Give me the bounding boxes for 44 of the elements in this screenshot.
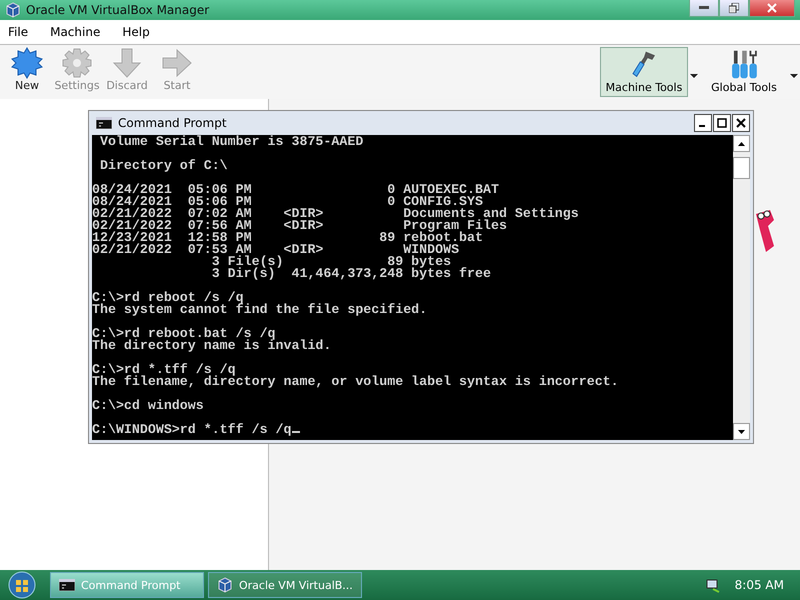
close-icon [767, 3, 777, 13]
console-title: Command Prompt [118, 116, 227, 130]
minimize-button[interactable] [689, 0, 719, 17]
cube-icon [5, 2, 21, 18]
starburst-icon [11, 47, 43, 79]
cube-icon [217, 577, 233, 593]
close-button[interactable] [732, 114, 750, 132]
close-icon [736, 118, 746, 128]
tools-button[interactable]: Global Tools [700, 47, 788, 97]
console-line: The system cannot find the file specified. [92, 302, 428, 317]
down-arrow-icon [738, 430, 745, 434]
console-line: C:\WINDOWS>rd *.tff /s /q [92, 422, 292, 437]
console-icon [59, 579, 75, 591]
console-line: Volume Serial Number is 3875-AAED [98, 135, 364, 149]
console-line: The directory name is invalid. [92, 338, 332, 353]
start-button[interactable] [8, 571, 36, 599]
menu-item[interactable]: Machine [50, 25, 100, 39]
console-line: The filename, directory name, or volume label syntax is incorrect. [92, 374, 619, 389]
clock: 8:05 AM [734, 578, 784, 592]
minimize-icon [699, 6, 709, 10]
scroll-thumb[interactable] [733, 157, 750, 179]
menu-item[interactable]: File [8, 25, 28, 39]
caret-icon[interactable] [790, 73, 798, 79]
console-line: Directory of C:\ [98, 158, 228, 173]
menu-item[interactable]: Help [122, 25, 150, 39]
console-line: 3 File(s) 89 bytes [210, 254, 452, 269]
console-icon [96, 117, 112, 129]
down-arrow-icon [111, 47, 143, 79]
network-icon[interactable] [704, 577, 721, 593]
caret-icon[interactable] [690, 73, 698, 79]
tools-button[interactable]: Machine Tools [600, 47, 688, 97]
text-cursor [292, 431, 300, 433]
console-line: C:\>cd windows [92, 398, 204, 413]
up-arrow-icon [738, 142, 745, 146]
scrollbar[interactable] [733, 135, 750, 440]
taskbar-button[interactable]: Oracle VM VirtualB... [208, 572, 362, 598]
maximize-icon [717, 118, 727, 128]
restore-button[interactable] [719, 0, 749, 17]
window-title: Oracle VM VirtualBox Manager [26, 3, 210, 17]
toolbar-button[interactable]: New [2, 47, 52, 92]
minimize-button[interactable] [694, 114, 712, 132]
restore-icon [729, 3, 739, 13]
maximize-button[interactable] [713, 114, 731, 132]
right-arrow-icon [161, 47, 193, 79]
